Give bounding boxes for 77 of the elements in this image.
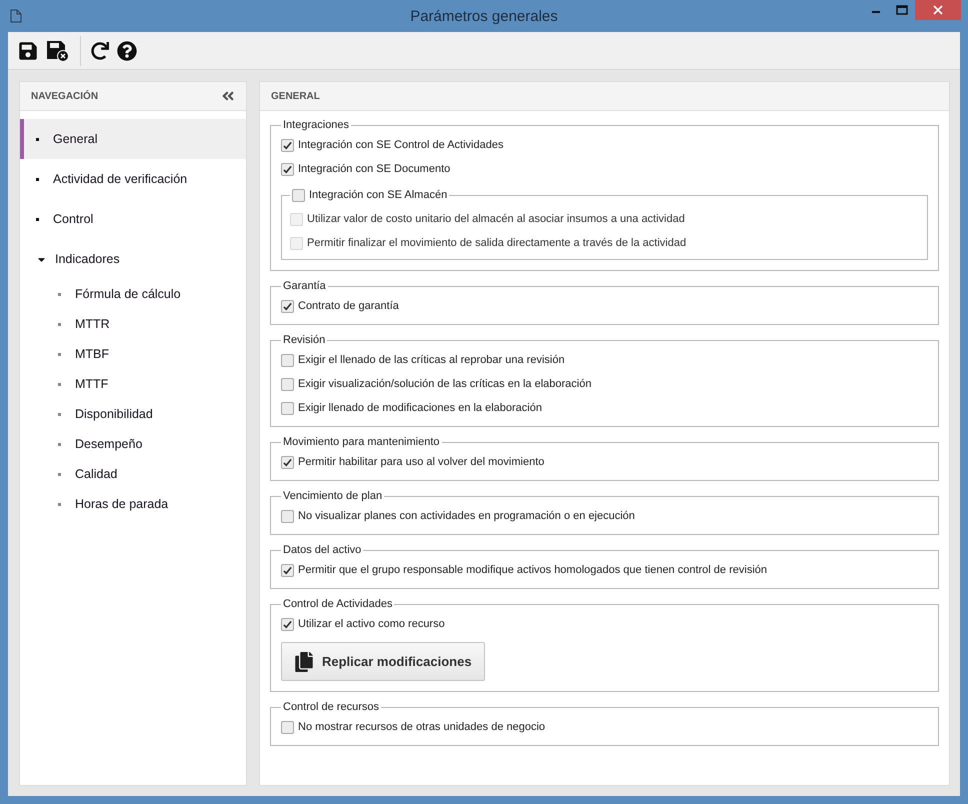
maximize-icon	[896, 5, 908, 15]
bullet-icon	[36, 138, 39, 140]
nav-item[interactable]: MTTF	[20, 369, 246, 399]
bullet-icon	[58, 442, 61, 446]
check-icon	[283, 302, 292, 310]
close-icon	[933, 5, 943, 15]
checkbox[interactable]	[281, 162, 294, 176]
checkbox[interactable]	[281, 354, 294, 366]
nav-item[interactable]: General	[20, 119, 246, 159]
fieldset-legend: Garantía	[281, 280, 328, 292]
checkbox-label[interactable]: Exigir visualización/solución de las críticas en la elaboración	[281, 372, 928, 396]
bullet-icon	[58, 472, 61, 476]
nav-item[interactable]: Actividad de verificación	[20, 159, 246, 199]
refresh-button[interactable]	[89, 40, 111, 62]
checkbox-label[interactable]: Exigir llenado de modificaciones en la elaboración	[281, 396, 928, 420]
nav-item[interactable]: Fórmula de cálculo	[20, 279, 246, 309]
check-icon	[283, 140, 292, 150]
fieldset-legend: Revisión	[281, 334, 328, 346]
checkbox[interactable]	[281, 378, 294, 390]
bullet-icon	[58, 502, 61, 506]
checkbox-label[interactable]: Exigir el llenado de las críticas al reprobar una revisión	[281, 348, 928, 372]
panel-title: GENERAL	[271, 90, 320, 102]
nav-item[interactable]: Disponibilidad	[20, 399, 246, 429]
nav-item[interactable]: MTTR	[20, 309, 246, 339]
window-title: Parámetros generales	[409, 8, 559, 24]
checkbox-label[interactable]: Contrato de garantía	[281, 294, 928, 318]
nav-item[interactable]: Horas de parada	[20, 489, 246, 519]
refresh-icon	[91, 42, 109, 60]
check-icon	[283, 620, 292, 628]
fieldset-legend: Control de recursos	[281, 701, 381, 713]
fieldset-legend: Datos del activo	[281, 544, 364, 556]
check-icon	[283, 164, 292, 174]
checkbox[interactable]	[281, 300, 294, 312]
checkbox[interactable]	[281, 138, 294, 152]
save-close-icon	[46, 40, 70, 62]
bullet-icon	[36, 178, 39, 180]
bullet-icon	[58, 352, 61, 356]
nav-item[interactable]: Desempeño	[20, 429, 246, 459]
checkbox[interactable]	[281, 456, 294, 468]
bullet-icon	[58, 322, 61, 326]
nav-item[interactable]: Indicadores	[20, 239, 246, 279]
help-icon	[117, 40, 137, 60]
nav-item[interactable]: MTBF	[20, 339, 246, 369]
close-button[interactable]	[915, 0, 961, 20]
fieldset-legend: Vencimiento de plan	[281, 490, 384, 502]
nav-item[interactable]: Calidad	[20, 459, 246, 489]
bullet-icon	[58, 382, 61, 386]
checkbox[interactable]	[281, 564, 294, 576]
help-button[interactable]	[115, 38, 139, 62]
checkbox[interactable]	[281, 720, 294, 734]
checkbox[interactable]	[281, 618, 294, 630]
checkbox[interactable]	[281, 402, 294, 414]
checkbox-label[interactable]: No visualizar planes con actividades en programación o en ejecución	[281, 504, 928, 528]
collapse-icon[interactable]	[221, 89, 235, 103]
document-icon	[10, 9, 22, 23]
fieldset-legend: Integraciones	[281, 119, 352, 131]
checkbox-label[interactable]: Permitir habilitar para uso al volver del movimiento	[281, 450, 928, 474]
bullet-icon	[58, 292, 61, 296]
check-icon	[283, 458, 292, 466]
fieldset-legend: Control de Actividades	[281, 598, 394, 610]
checkbox-label[interactable]: Integración con SE Almacén	[292, 183, 448, 207]
checkbox-label[interactable]: Utilizar el activo como recurso	[281, 612, 928, 636]
checkbox-label[interactable]: No mostrar recursos de otras unidades de negocio	[281, 715, 928, 739]
checkbox-label[interactable]: Permitir que el grupo responsable modifique activos homologados que tienen control de revisión	[281, 558, 928, 582]
checkbox-label[interactable]: Integración con SE Control de Actividades	[281, 133, 928, 157]
nav-item[interactable]: Control	[20, 199, 246, 239]
checkbox-label[interactable]: Integración con SE Documento	[281, 157, 928, 181]
checkbox[interactable]	[281, 510, 294, 522]
bullet-icon	[58, 412, 61, 416]
fieldset-legend: Movimiento para mantenimiento	[281, 436, 442, 448]
panel-title: NAVEGACIÓN	[31, 90, 98, 102]
check-icon	[283, 566, 292, 574]
checkbox[interactable]	[292, 188, 305, 202]
documents-icon	[294, 652, 314, 672]
replicate-button[interactable]: Replicar modificaciones	[281, 642, 485, 681]
save-icon	[18, 40, 38, 60]
bullet-icon	[36, 218, 39, 220]
